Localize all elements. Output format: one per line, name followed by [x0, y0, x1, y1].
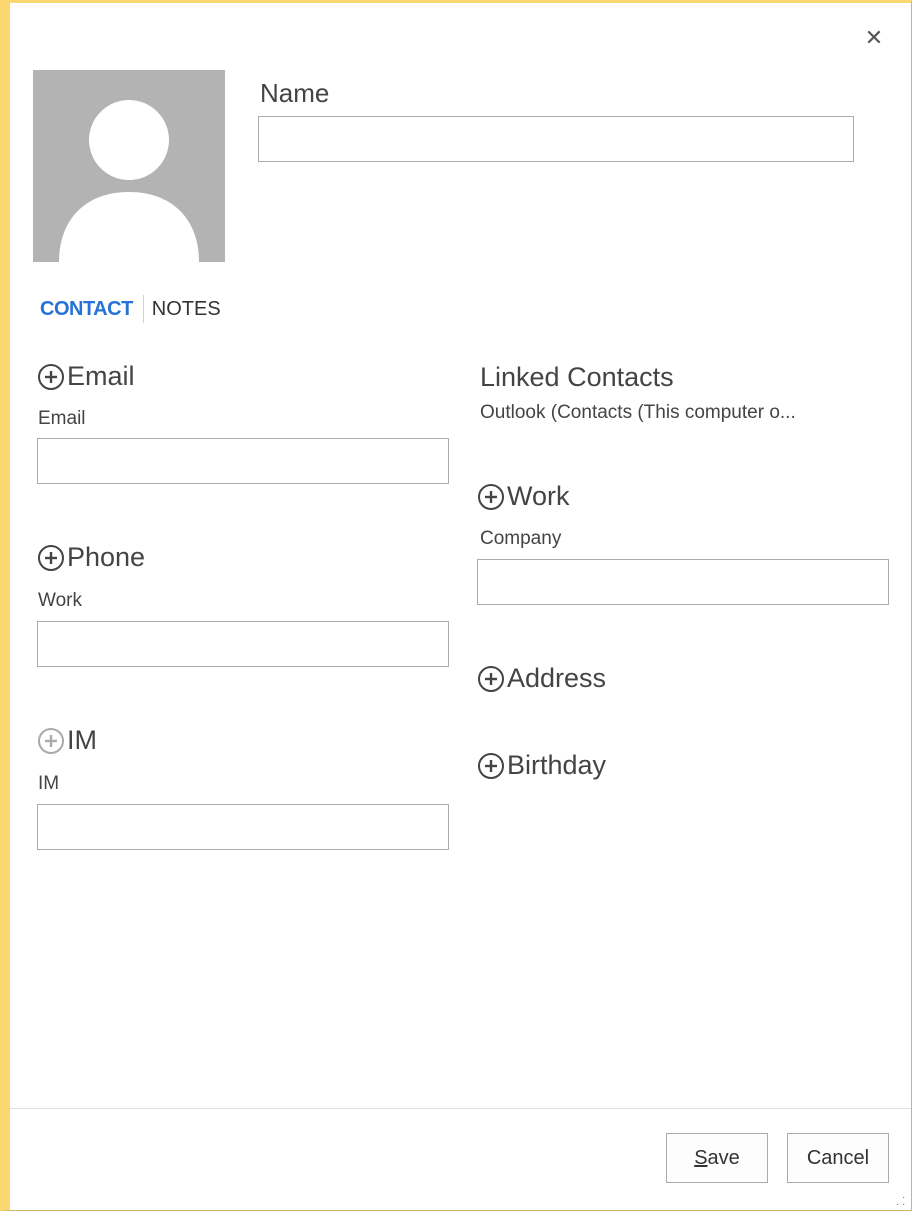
tab-divider — [142, 295, 144, 323]
cancel-button[interactable]: Cancel — [787, 1133, 889, 1183]
linked-contacts-source[interactable]: Outlook (Contacts (This computer o... — [480, 402, 892, 424]
phone-section-label: Phone — [67, 542, 146, 572]
company-field[interactable] — [477, 559, 889, 605]
add-email-button[interactable]: Email — [37, 361, 135, 392]
tab-notes[interactable]: NOTES — [152, 298, 221, 321]
phone-field-label: Work — [38, 590, 82, 611]
company-field-label: Company — [480, 528, 562, 549]
footer-divider — [10, 1108, 911, 1109]
save-button[interactable]: Save — [666, 1133, 768, 1183]
im-section-label: IM — [67, 725, 97, 755]
plus-circle-icon — [38, 727, 64, 754]
email-field-label: Email — [38, 408, 86, 429]
im-field-label: IM — [38, 773, 60, 794]
email-field[interactable] — [37, 438, 449, 484]
add-address-button[interactable]: Address — [477, 663, 606, 694]
address-section-label: Address — [507, 663, 607, 693]
close-icon[interactable]: ✕ — [862, 26, 886, 50]
add-phone-button[interactable]: Phone — [37, 542, 145, 573]
tab-bar: CONTACT NOTES — [40, 295, 221, 323]
plus-circle-icon — [38, 363, 64, 390]
email-section-label: Email — [67, 361, 135, 391]
plus-circle-icon — [478, 665, 504, 692]
name-input[interactable] — [258, 116, 854, 162]
add-birthday-button[interactable]: Birthday — [477, 750, 606, 781]
plus-circle-icon — [478, 752, 504, 779]
save-button-label: ave — [707, 1146, 740, 1169]
work-phone-field[interactable] — [37, 621, 449, 667]
work-section-label: Work — [507, 481, 570, 511]
tab-contact[interactable]: CONTACT — [40, 298, 133, 321]
add-work-button[interactable]: Work — [477, 481, 570, 512]
name-label: Name — [260, 78, 330, 108]
plus-circle-icon — [478, 483, 504, 510]
linked-contacts-title: Linked Contacts — [480, 362, 674, 392]
add-im-button[interactable]: IM — [37, 725, 97, 756]
plus-circle-icon — [38, 544, 64, 571]
birthday-section-label: Birthday — [507, 750, 607, 780]
avatar[interactable] — [33, 70, 225, 262]
save-access-key: S — [694, 1146, 708, 1169]
im-field[interactable] — [37, 804, 449, 850]
resize-grip-icon[interactable]: .. . — [896, 1190, 908, 1208]
